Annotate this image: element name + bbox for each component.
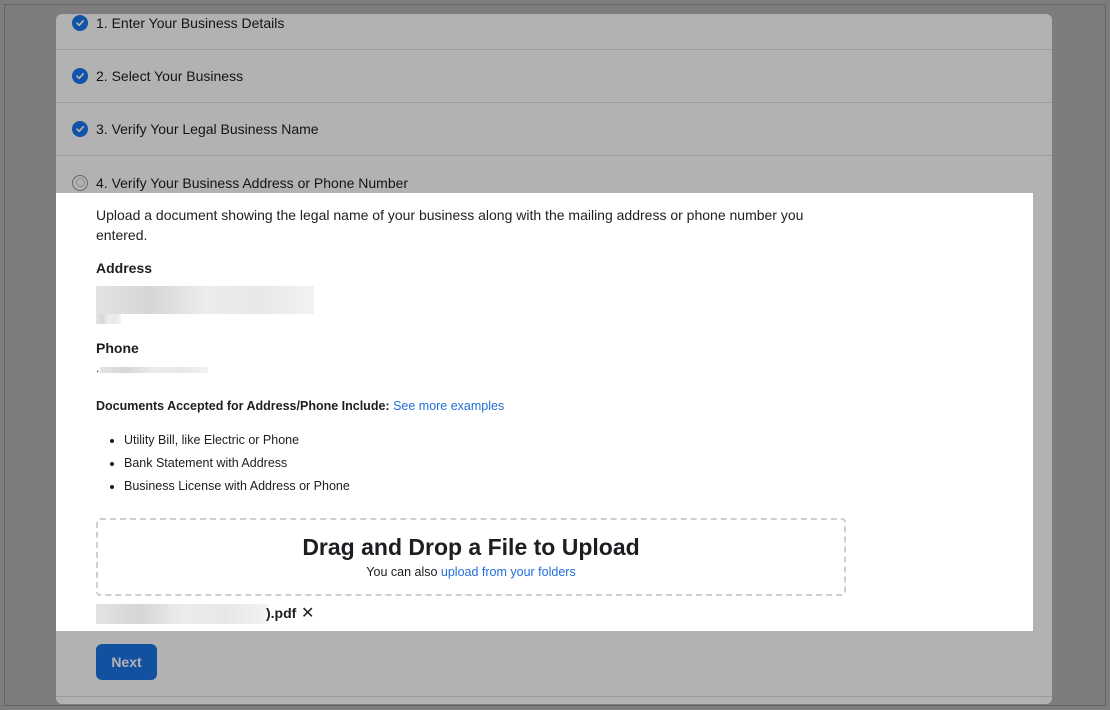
phone-value-redacted [100, 367, 208, 373]
uploaded-file: ).pdf ✕ [96, 604, 336, 624]
step-enter-business-details[interactable]: 1. Enter Your Business Details [56, 14, 1052, 50]
upload-section: Upload a document showing the legal name… [96, 205, 856, 245]
verification-card: 1. Enter Your Business Details 2. Select… [56, 14, 1052, 704]
step-verify-address-phone[interactable]: 4. Verify Your Business Address or Phone… [56, 156, 1052, 209]
accepted-documents-label: Documents Accepted for Address/Phone Inc… [96, 399, 390, 413]
list-item: Utility Bill, like Electric or Phone [124, 429, 350, 452]
next-button[interactable]: Next [96, 644, 157, 680]
address-label: Address [96, 260, 153, 276]
dropzone-title: Drag and Drop a File to Upload [302, 534, 640, 560]
phone-label: Phone [96, 340, 139, 356]
checkmark-icon [72, 121, 88, 137]
upload-from-folders-link[interactable]: upload from your folders [441, 565, 576, 579]
address-value-redacted [96, 286, 314, 314]
close-icon[interactable]: ✕ [301, 603, 314, 623]
file-dropzone[interactable]: Drag and Drop a File to Upload You can a… [96, 518, 846, 596]
checkmark-icon [72, 68, 88, 84]
file-name-redacted [96, 604, 268, 624]
step-label: 4. Verify Your Business Address or Phone… [96, 174, 409, 191]
list-item: Business License with Address or Phone [124, 475, 350, 498]
divider [56, 696, 1052, 697]
dropzone-subtitle: You can also upload from your folders [98, 565, 844, 579]
step-label: 3. Verify Your Legal Business Name [96, 121, 319, 137]
see-more-examples-link[interactable]: See more examples [393, 399, 504, 413]
radio-icon [72, 174, 88, 191]
accepted-documents-heading: Documents Accepted for Address/Phone Inc… [96, 399, 504, 413]
dropzone-subtitle-text: You can also [366, 565, 438, 579]
address-value-redacted [96, 314, 121, 324]
step-label: 2. Select Your Business [96, 68, 244, 84]
file-name: ).pdf [266, 605, 297, 621]
list-item: Bank Statement with Address [124, 452, 350, 475]
step-label: 1. Enter Your Business Details [96, 15, 285, 31]
checkmark-icon [72, 15, 88, 31]
step-select-business[interactable]: 2. Select Your Business [56, 50, 1052, 103]
upload-instructions: Upload a document showing the legal name… [96, 207, 804, 243]
phone-value: . [96, 361, 100, 375]
step-verify-legal-name[interactable]: 3. Verify Your Legal Business Name [56, 103, 1052, 156]
accepted-documents-list: Utility Bill, like Electric or Phone Ban… [96, 429, 350, 498]
